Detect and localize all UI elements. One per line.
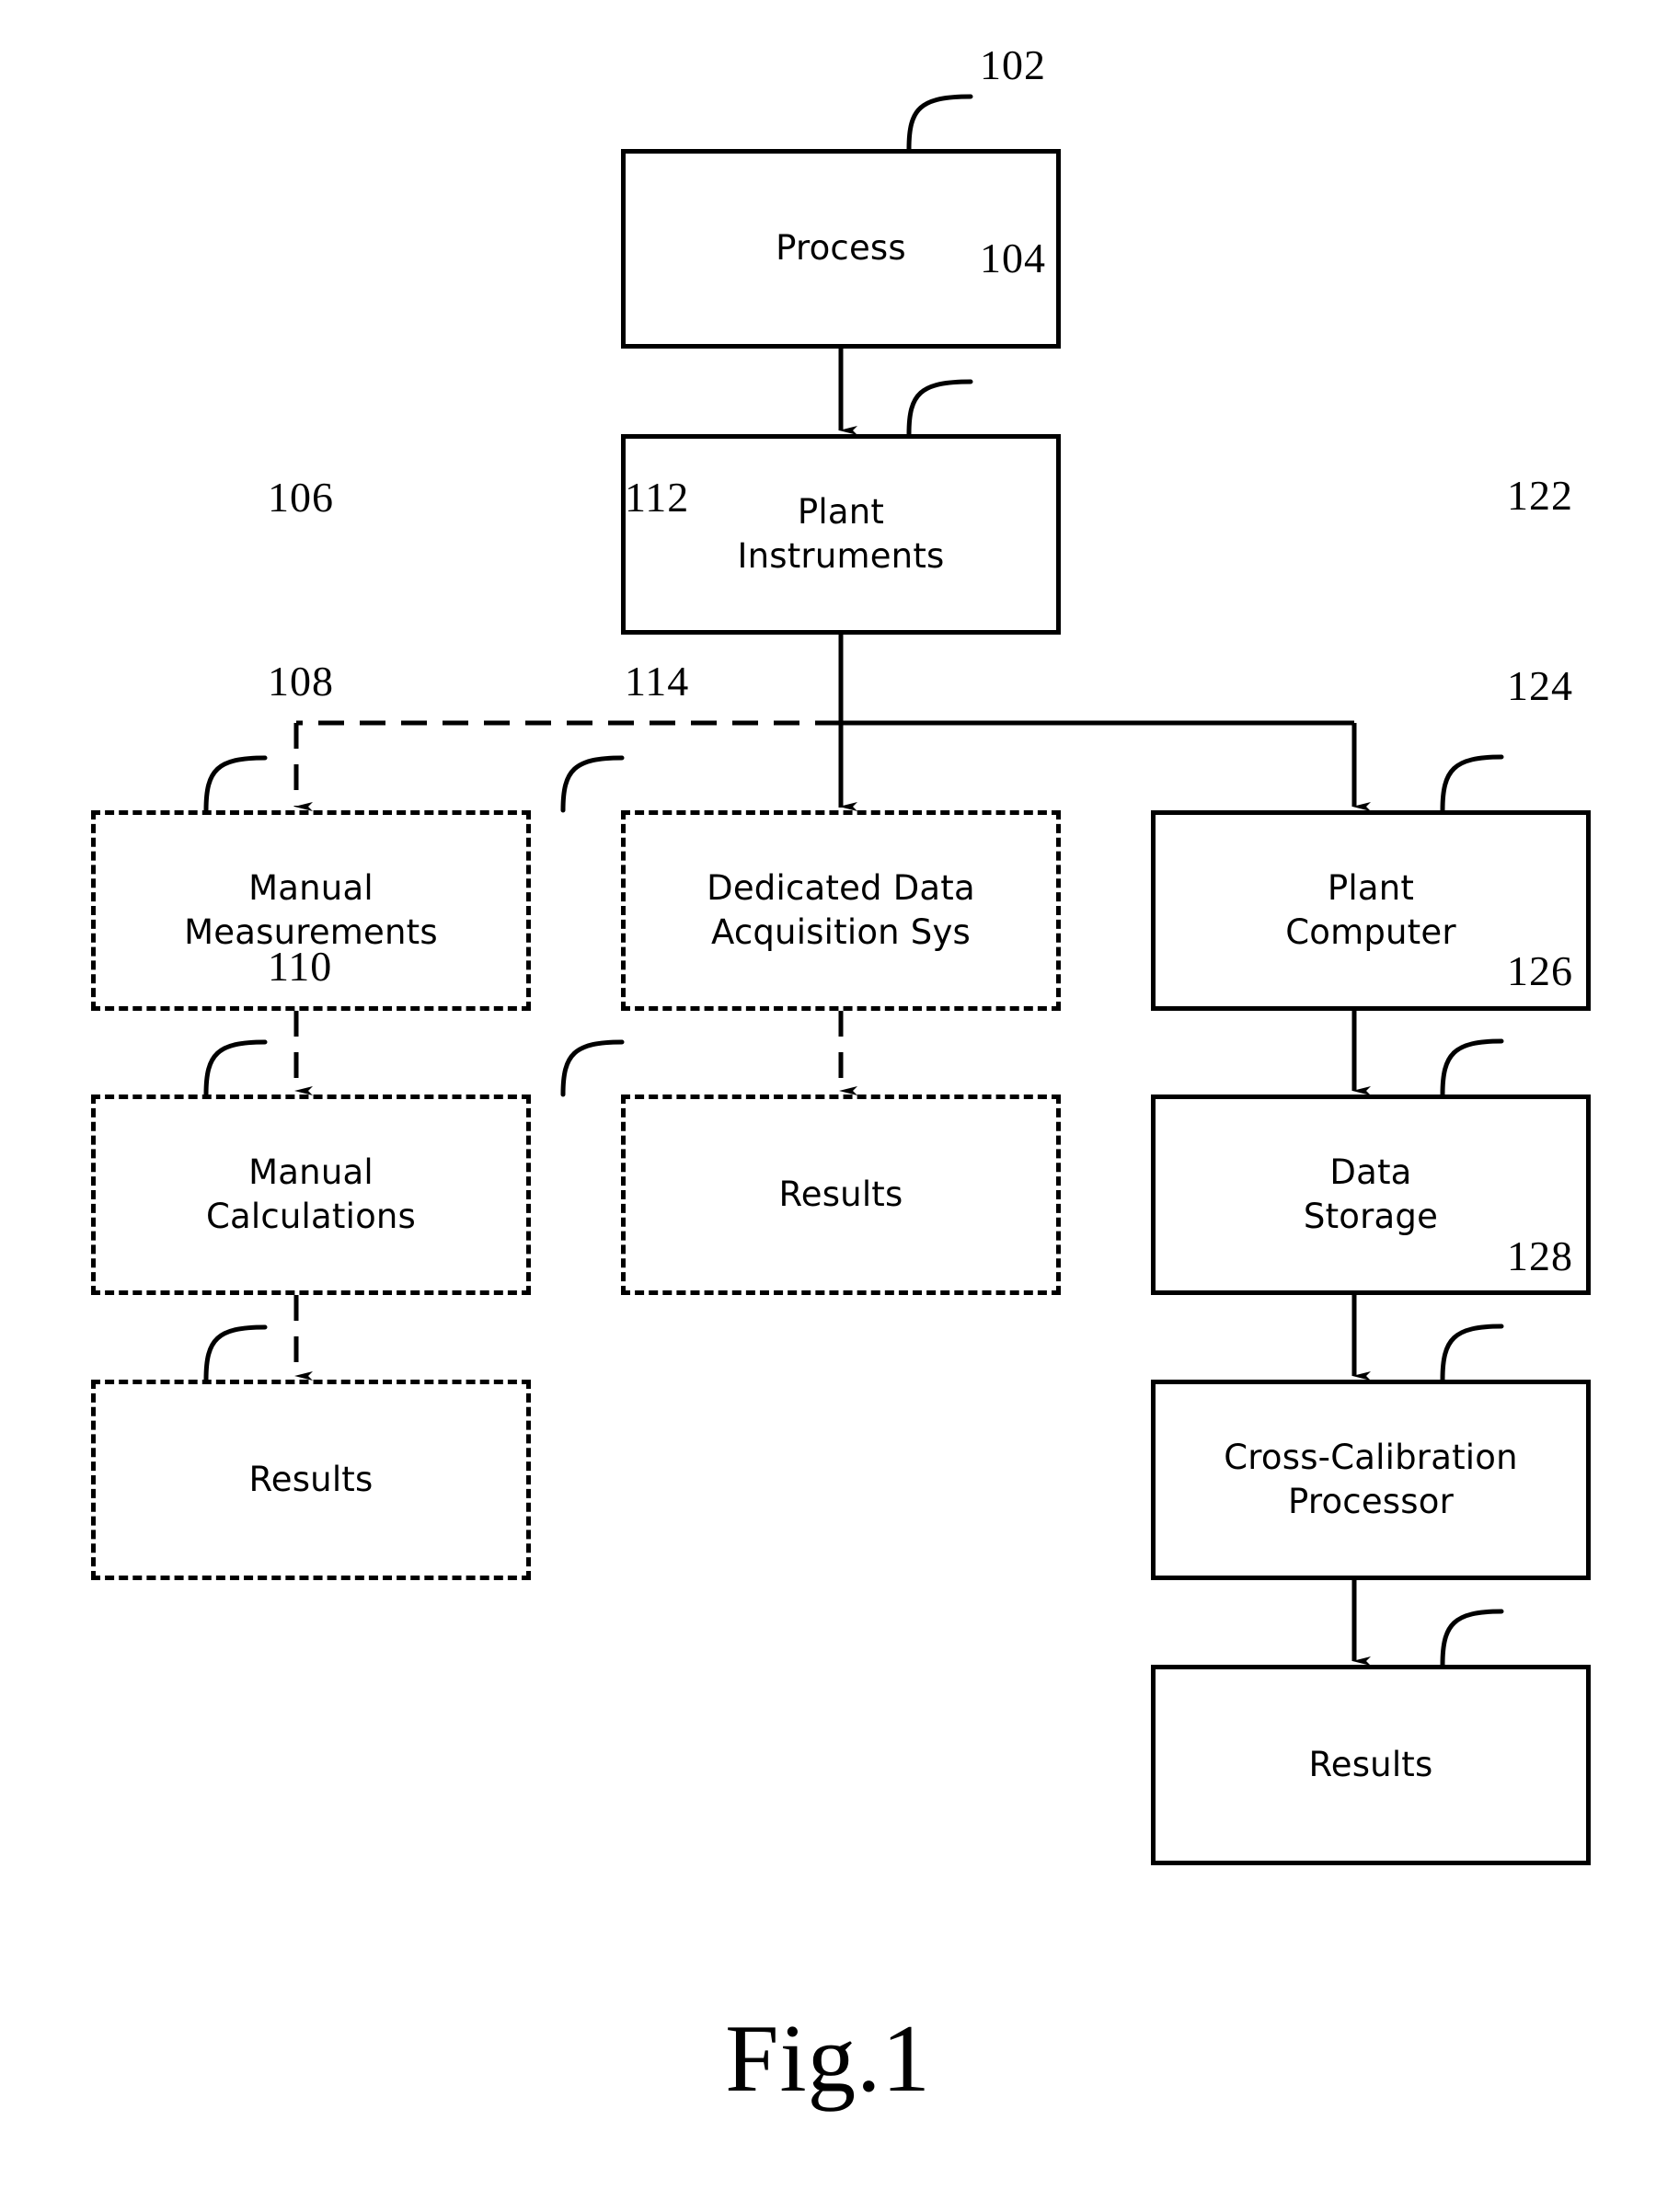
- node-plant-instruments[interactable]: Plant Instruments: [621, 434, 1061, 635]
- leader-line-114: [560, 1039, 625, 1097]
- node-plant-instruments-label: Plant Instruments: [737, 491, 945, 576]
- node-plant-computer-results-label: Results: [1308, 1744, 1433, 1784]
- leader-line-110: [203, 1324, 268, 1382]
- leader-line-108: [203, 1039, 268, 1097]
- ref-numeral-104: 104: [980, 235, 1046, 281]
- ref-numeral-102: 102: [980, 41, 1046, 88]
- leader-line-128: [1440, 1609, 1504, 1668]
- ref-numeral-124: 124: [1507, 662, 1573, 709]
- node-manual-results-label: Results: [248, 1459, 374, 1499]
- node-cross-calibration-processor[interactable]: Cross-Calibration Processor: [1151, 1380, 1591, 1580]
- node-manual-results[interactable]: Results: [91, 1380, 531, 1580]
- node-manual-calculations[interactable]: Manual Calculations: [91, 1095, 531, 1295]
- leader-line-106: [203, 755, 268, 813]
- patent-figure: Process Plant Instruments Manual Measure…: [0, 0, 1656, 2212]
- node-process-label: Process: [776, 228, 906, 269]
- node-dedicated-data-acquisition-sys-label: Dedicated Data Acquisition Sys: [707, 867, 975, 952]
- node-cross-calibration-processor-label: Cross-Calibration Processor: [1224, 1437, 1518, 1521]
- node-data-storage-label: Data Storage: [1303, 1152, 1439, 1236]
- node-manual-measurements-label: Manual Measurements: [184, 867, 438, 952]
- ref-numeral-114: 114: [625, 658, 690, 705]
- node-dedicated-results-label: Results: [778, 1174, 903, 1214]
- ref-numeral-108: 108: [268, 658, 334, 705]
- leader-line-104: [906, 379, 973, 437]
- leader-line-122: [1440, 754, 1504, 813]
- ref-numeral-128: 128: [1507, 1232, 1573, 1279]
- node-dedicated-data-acquisition-sys[interactable]: Dedicated Data Acquisition Sys: [621, 810, 1061, 1011]
- ref-numeral-126: 126: [1507, 947, 1573, 994]
- node-plant-computer-results[interactable]: Results: [1151, 1665, 1591, 1865]
- leader-line-126: [1440, 1324, 1504, 1382]
- node-dedicated-results[interactable]: Results: [621, 1095, 1061, 1295]
- node-plant-computer-label: Plant Computer: [1285, 867, 1456, 952]
- leader-line-124: [1440, 1038, 1504, 1097]
- figure-caption: Fig.1: [725, 2004, 931, 2112]
- ref-numeral-106: 106: [268, 474, 334, 521]
- ref-numeral-112: 112: [625, 474, 690, 521]
- node-manual-calculations-label: Manual Calculations: [205, 1152, 417, 1236]
- leader-line-102: [906, 94, 973, 152]
- ref-numeral-110: 110: [268, 943, 333, 990]
- leader-line-112: [560, 755, 625, 813]
- ref-numeral-122: 122: [1507, 472, 1573, 519]
